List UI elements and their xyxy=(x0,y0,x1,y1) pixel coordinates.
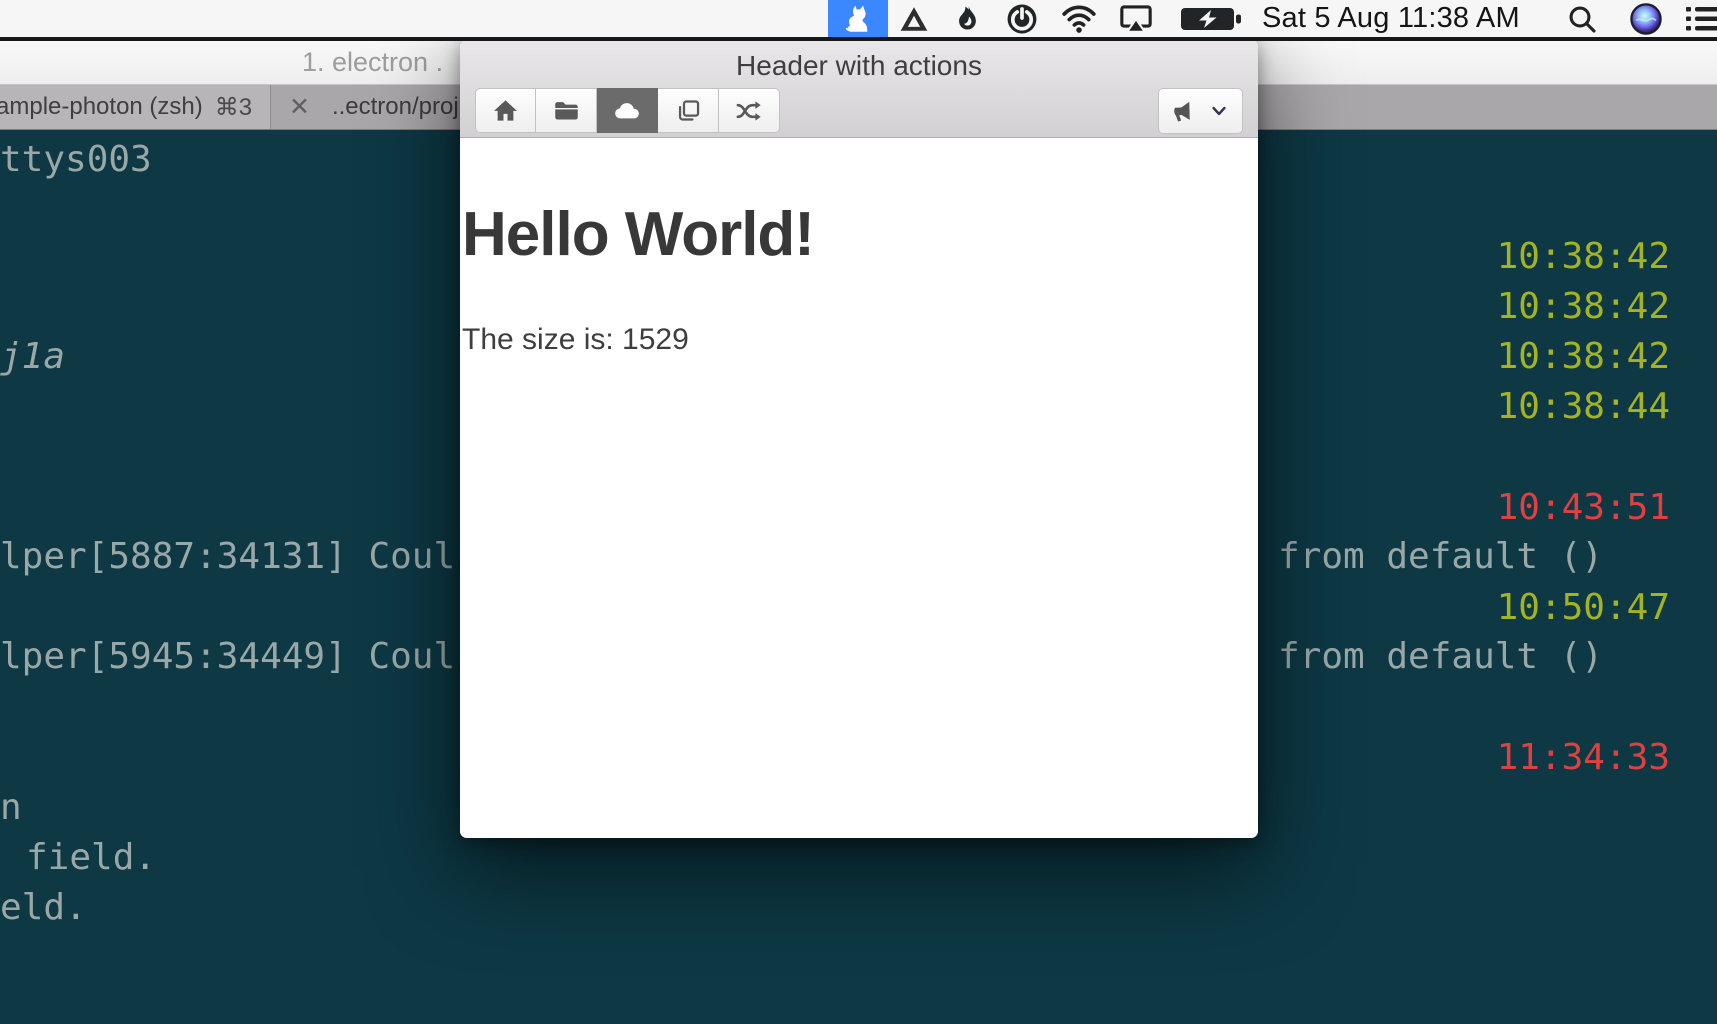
flame-icon xyxy=(959,5,976,30)
terminal-line: eld. xyxy=(0,887,87,928)
photon-window: Header with actions Hello World! The siz… xyxy=(460,40,1258,838)
wifi-menu-extra[interactable] xyxy=(1054,0,1104,37)
terminal-line: from default () xyxy=(1278,536,1604,577)
folder-button[interactable] xyxy=(536,88,597,133)
megaphone-icon xyxy=(1174,101,1190,122)
photon-window-titlebar[interactable]: Header with actions xyxy=(460,40,1258,138)
shuffle-button[interactable] xyxy=(719,88,780,133)
announcement-dropdown-button[interactable] xyxy=(1158,88,1243,134)
folder-icon xyxy=(554,102,578,120)
spotlight-menu-extra[interactable] xyxy=(1562,0,1602,37)
siri-menu-extra[interactable] xyxy=(1627,0,1665,37)
size-text: The size is: 1529 xyxy=(462,323,689,356)
terminal-line: 10:38:42 xyxy=(1496,336,1670,377)
home-icon xyxy=(494,100,517,121)
tab-label: ample-photon (zsh) xyxy=(0,93,203,120)
terminal-tab-photon[interactable]: ample-photon (zsh) ⌘3 xyxy=(0,85,271,129)
wifi-icon xyxy=(1062,5,1096,33)
cat-icon xyxy=(845,5,868,32)
cloud-button[interactable] xyxy=(597,88,658,133)
google-drive-menu-extra[interactable] xyxy=(891,0,937,37)
power-icon xyxy=(1007,4,1037,33)
list-icon xyxy=(1686,6,1717,30)
terminal-line: lper[5945:34449] Coul xyxy=(0,636,456,677)
tab-close-icon[interactable]: ✕ xyxy=(289,92,310,122)
terminal-line: field. xyxy=(26,837,157,878)
terminal-window-title: 1. electron . xyxy=(302,47,444,77)
terminal-line: lper[5887:34131] Coul xyxy=(0,536,456,577)
tab-shortcut: ⌘3 xyxy=(214,93,253,121)
airplay-display-icon xyxy=(1120,4,1152,33)
battery-charging-icon xyxy=(1181,7,1241,30)
battery-menu-extra[interactable] xyxy=(1176,0,1248,37)
power-menu-extra[interactable] xyxy=(998,0,1046,37)
toolbar-button-group xyxy=(475,88,780,133)
terminal-line: 10:38:42 xyxy=(1496,286,1670,327)
popup-windows-icon xyxy=(678,100,699,121)
backblaze-menu-extra[interactable] xyxy=(946,0,990,37)
airplay-menu-extra[interactable] xyxy=(1110,0,1162,37)
window-title: Header with actions xyxy=(736,50,982,81)
search-icon xyxy=(1569,6,1596,33)
terminal-line: 11:34:33 xyxy=(1496,737,1670,778)
google-drive-icon xyxy=(900,6,928,31)
siri-icon xyxy=(1630,2,1662,35)
duplicate-window-button[interactable] xyxy=(658,88,719,133)
terminal-line: j1a xyxy=(0,336,66,377)
home-button[interactable] xyxy=(475,88,536,133)
chevron-down-icon xyxy=(1212,106,1226,116)
terminal-line: ttys003 xyxy=(0,139,152,180)
menubar-clock[interactable]: Sat 5 Aug 11:38 AM xyxy=(1262,0,1520,37)
terminal-line: from default () xyxy=(1278,636,1604,677)
photon-cat-menu-extra[interactable] xyxy=(828,0,888,37)
terminal-line: 10:43:51 xyxy=(1496,487,1670,528)
terminal-line: 10:38:44 xyxy=(1496,386,1670,427)
photon-window-content: Hello World! The size is: 1529 xyxy=(460,138,1258,838)
terminal-line: 10:38:42 xyxy=(1496,236,1670,277)
shuffle-icon xyxy=(736,100,761,121)
terminal-line: 10:50:47 xyxy=(1496,587,1670,628)
cloud-icon xyxy=(615,102,639,118)
tab-label: ..ectron/proj xyxy=(331,93,459,120)
notification-center-menu-extra[interactable] xyxy=(1684,0,1717,37)
terminal-line: n xyxy=(0,787,22,828)
page-heading: Hello World! xyxy=(462,200,815,269)
menu-bar: Sat 5 Aug 11:38 AM xyxy=(0,0,1717,41)
